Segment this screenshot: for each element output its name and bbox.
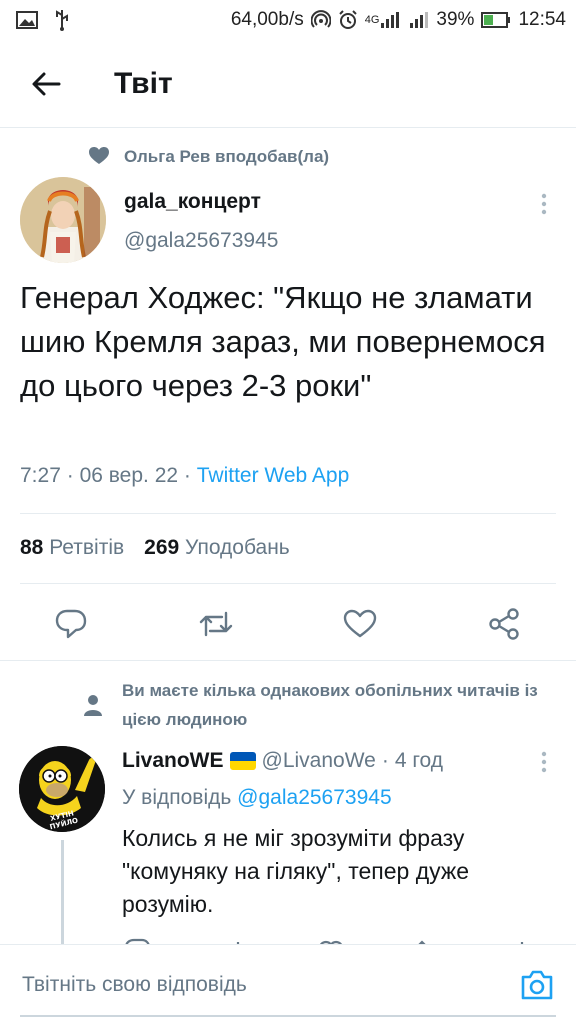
- kebab-menu-icon: [541, 751, 547, 773]
- tweet-meta: 7:27 · 06 вер. 22 · Twitter Web App: [20, 464, 349, 488]
- retweets-count: 88: [20, 536, 44, 559]
- tweet-stats: 88 Ретвітів 269 Уподобань: [20, 536, 290, 560]
- like-button[interactable]: [342, 606, 378, 642]
- person-icon: [84, 695, 102, 716]
- heart-filled-icon: [89, 147, 109, 164]
- ukraine-flag-icon: [229, 752, 256, 770]
- avatar[interactable]: [20, 177, 106, 263]
- reply-compose-bar[interactable]: Твітніть свою відповідь: [0, 944, 576, 1024]
- likes-stat[interactable]: 269 Уподобань: [144, 536, 290, 560]
- share-button[interactable]: [486, 606, 522, 642]
- retweet-button[interactable]: [198, 606, 234, 642]
- social-context-label: Ольга Рев вподобав(ла): [124, 147, 330, 166]
- retweet-icon: [199, 611, 233, 637]
- social-context: Ольга Рев вподобав(ла): [0, 142, 576, 172]
- usb-icon: [54, 9, 70, 31]
- net-speed: 64,00b/s: [230, 9, 304, 30]
- reply-actions-partial: [122, 930, 562, 944]
- divider: [20, 583, 556, 584]
- signal-2-icon: [409, 11, 429, 29]
- reply-time: 4 год: [394, 749, 444, 772]
- top-app-bar: Твіт: [0, 40, 576, 128]
- reply-context-label: Ви маєте кілька однакових обопільних чит…: [122, 681, 538, 729]
- reply-more-options-button[interactable]: [532, 748, 556, 776]
- meta-separator: ·: [183, 464, 191, 487]
- reply-author-name[interactable]: LivanoWE: [122, 749, 224, 773]
- reply-to-mention[interactable]: @gala25673945: [237, 786, 391, 809]
- meta-separator: ·: [66, 464, 74, 487]
- tweet-text: Генерал Ходжес: "Якщо не зламати шию Кре…: [20, 280, 546, 403]
- clock: 12:54: [518, 9, 566, 30]
- reply-header: LivanoWE @LivanoWe · 4 год: [122, 749, 443, 773]
- signal-icon: 4G: [365, 11, 403, 29]
- retweets-label: Ретвітів: [49, 536, 125, 559]
- status-bar: 64,00b/s 4G 39% 12:54: [0, 0, 576, 40]
- flag-stripe-bottom: [229, 761, 256, 770]
- camera-icon: [521, 970, 553, 1000]
- input-underline: [20, 1015, 556, 1017]
- author-name[interactable]: gala_концерт: [124, 190, 261, 214]
- divider: [0, 660, 576, 661]
- likes-label: Уподобань: [185, 536, 290, 559]
- author-handle[interactable]: @gala25673945: [124, 229, 278, 253]
- tweet-source-link[interactable]: Twitter Web App: [197, 464, 350, 487]
- camera-button[interactable]: [519, 967, 555, 1003]
- likes-count: 269: [144, 536, 180, 559]
- alarm-icon: [338, 10, 358, 30]
- back-button[interactable]: [20, 58, 72, 110]
- reply-input-placeholder[interactable]: Твітніть свою відповідь: [22, 973, 247, 997]
- reply-text: Колись я не міг зрозуміти фразу "комуняк…: [122, 825, 470, 917]
- arrow-left-icon: [32, 72, 61, 95]
- reply-button[interactable]: [53, 606, 89, 642]
- hotspot-icon: [310, 10, 331, 30]
- tweet-actions: [0, 600, 576, 650]
- battery-percent: 39%: [436, 9, 475, 30]
- meta-separator: ·: [381, 749, 389, 772]
- reply-avatar[interactable]: ХУТІН ПУЙЛО: [19, 746, 105, 832]
- flag-stripe-top: [229, 752, 256, 761]
- share-icon: [489, 608, 519, 640]
- divider: [20, 513, 556, 514]
- retweets-stat[interactable]: 88 Ретвітів: [20, 536, 124, 560]
- reply-icon: [55, 609, 87, 639]
- reply-to-label: У відповідь: [122, 786, 232, 809]
- kebab-menu-icon: [541, 193, 547, 215]
- tweet-date: 06 вер. 22: [79, 464, 179, 487]
- more-options-button[interactable]: [532, 190, 556, 218]
- like-icon: [343, 609, 377, 638]
- reply-author-handle[interactable]: @LivanoWe: [262, 749, 376, 773]
- network-type: 4G: [364, 14, 380, 26]
- page-title: Твіт: [114, 66, 173, 100]
- battery-icon: [481, 11, 511, 29]
- thread-line: [61, 840, 64, 944]
- tweet-time: 7:27: [20, 464, 61, 487]
- reply-to-line: У відповідь @gala25673945: [122, 786, 392, 810]
- image-icon: [16, 11, 38, 29]
